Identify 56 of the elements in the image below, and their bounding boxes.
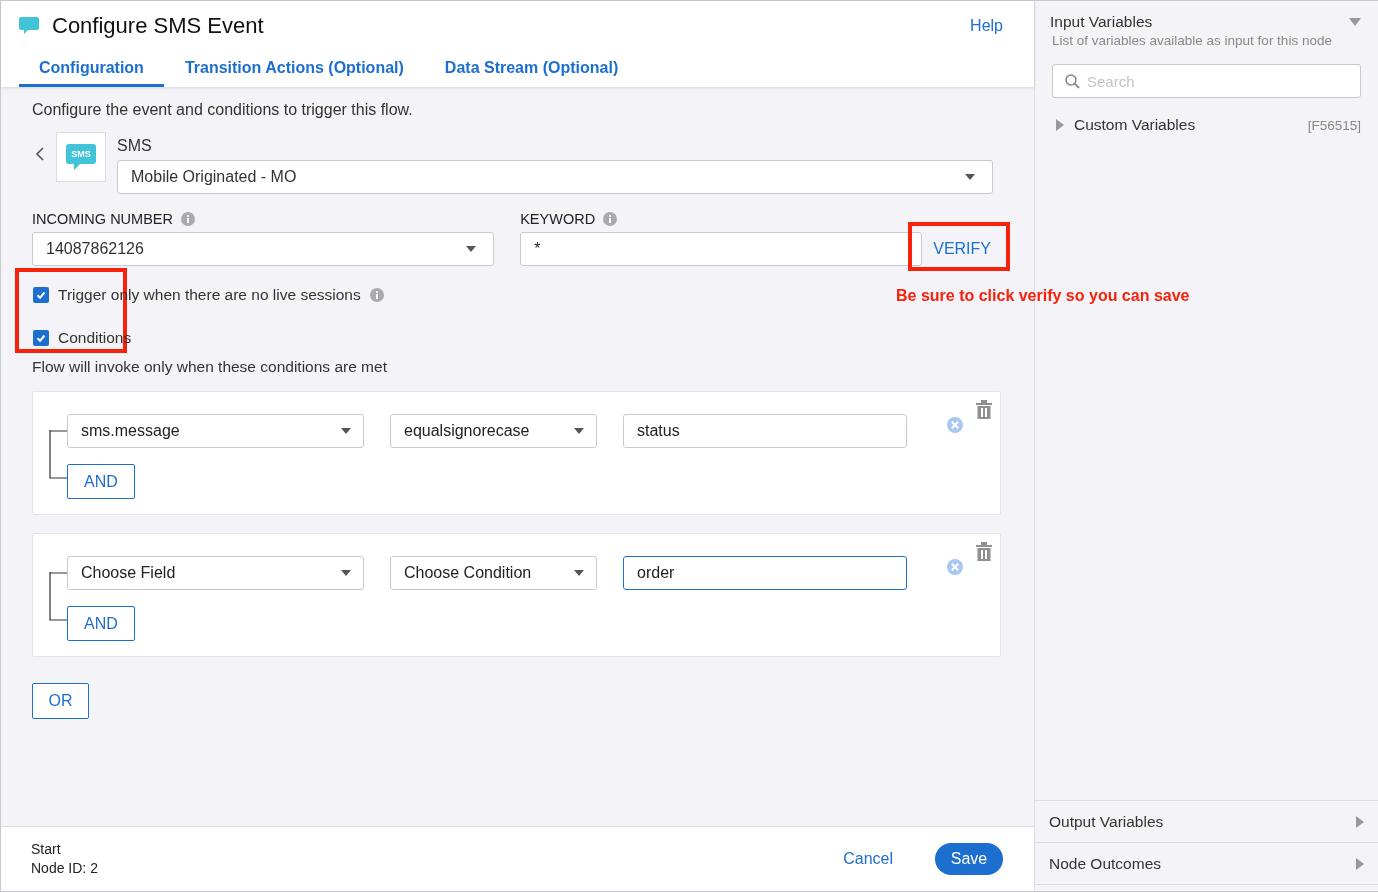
tab[interactable]: Data Stream (Optional) [424,51,639,87]
condition-dropdown[interactable]: Choose Condition [390,556,597,590]
section-header[interactable]: Node Outcomes [1035,842,1378,885]
back-chevron-icon[interactable] [36,147,44,161]
dropdown-caret-icon [341,570,351,576]
sms-icon: SMS [66,143,96,171]
cancel-button[interactable]: Cancel [837,849,899,869]
collapse-caret-icon[interactable] [1349,18,1361,26]
or-button[interactable]: OR [32,683,89,719]
intro-text: Configure the event and conditions to trigger this flow. [32,101,414,119]
checkbox[interactable] [33,330,49,346]
field-label: KEYWORD [520,211,596,227]
dropdown-caret-icon [574,428,584,434]
panel-title: Input Variables [1050,13,1153,31]
condition-dropdown[interactable]: equalsignorecase [390,414,597,448]
dropdown-caret-icon [466,246,477,252]
clear-icon[interactable] [946,558,964,576]
keyword-input[interactable]: * [520,232,923,266]
connector-line [49,572,69,624]
dropdown-caret-icon [574,570,584,576]
tree-item[interactable]: Custom Variables [1074,116,1308,134]
search-icon [1065,74,1080,89]
dropdown-caret-icon [341,428,351,434]
field-dropdown[interactable]: Choose Field [67,556,364,590]
clear-icon[interactable] [946,416,964,434]
panel-subtitle: List of variables available as input for this node [1052,33,1333,48]
event-dropdown[interactable]: Mobile Originated - MO [117,160,993,194]
info-icon [181,212,195,226]
node-type: Start [31,840,62,859]
conditions-note: Flow will invoke only when these conditions are met [32,358,388,376]
tab[interactable]: Transition Actions (Optional) [164,51,424,87]
dropdown-caret-icon [965,174,975,180]
field-label: INCOMING NUMBER [32,211,173,227]
value-input[interactable]: status [623,414,907,448]
page-title: Configure SMS Event [52,13,265,39]
delete-icon[interactable] [976,400,992,419]
save-button[interactable]: Save [935,843,1003,875]
variable-tag: [F56515] [1307,117,1361,133]
and-button[interactable]: AND [67,606,135,641]
field-dropdown[interactable]: sms.message [67,414,364,448]
expand-caret-icon[interactable] [1056,119,1064,131]
connector-line [49,430,69,482]
info-icon [603,212,618,226]
delete-icon[interactable] [976,542,992,561]
sms-icon [19,17,39,35]
and-button[interactable]: AND [67,464,135,499]
node-id: Node ID: 2 [31,859,99,878]
search-field[interactable]: Search [1052,64,1361,98]
incoming-number-dropdown[interactable]: 14087862126 [32,232,495,266]
section-header[interactable]: Output Variables [1035,800,1378,842]
event-type-label: SMS [117,137,153,155]
verify-button[interactable]: VERIFY [923,232,1001,266]
value-input[interactable]: order [623,556,907,590]
checkbox[interactable] [33,287,49,303]
help-link[interactable]: Help [970,17,1003,35]
annotation-note: Be sure to click verify so you can save [896,287,1190,305]
